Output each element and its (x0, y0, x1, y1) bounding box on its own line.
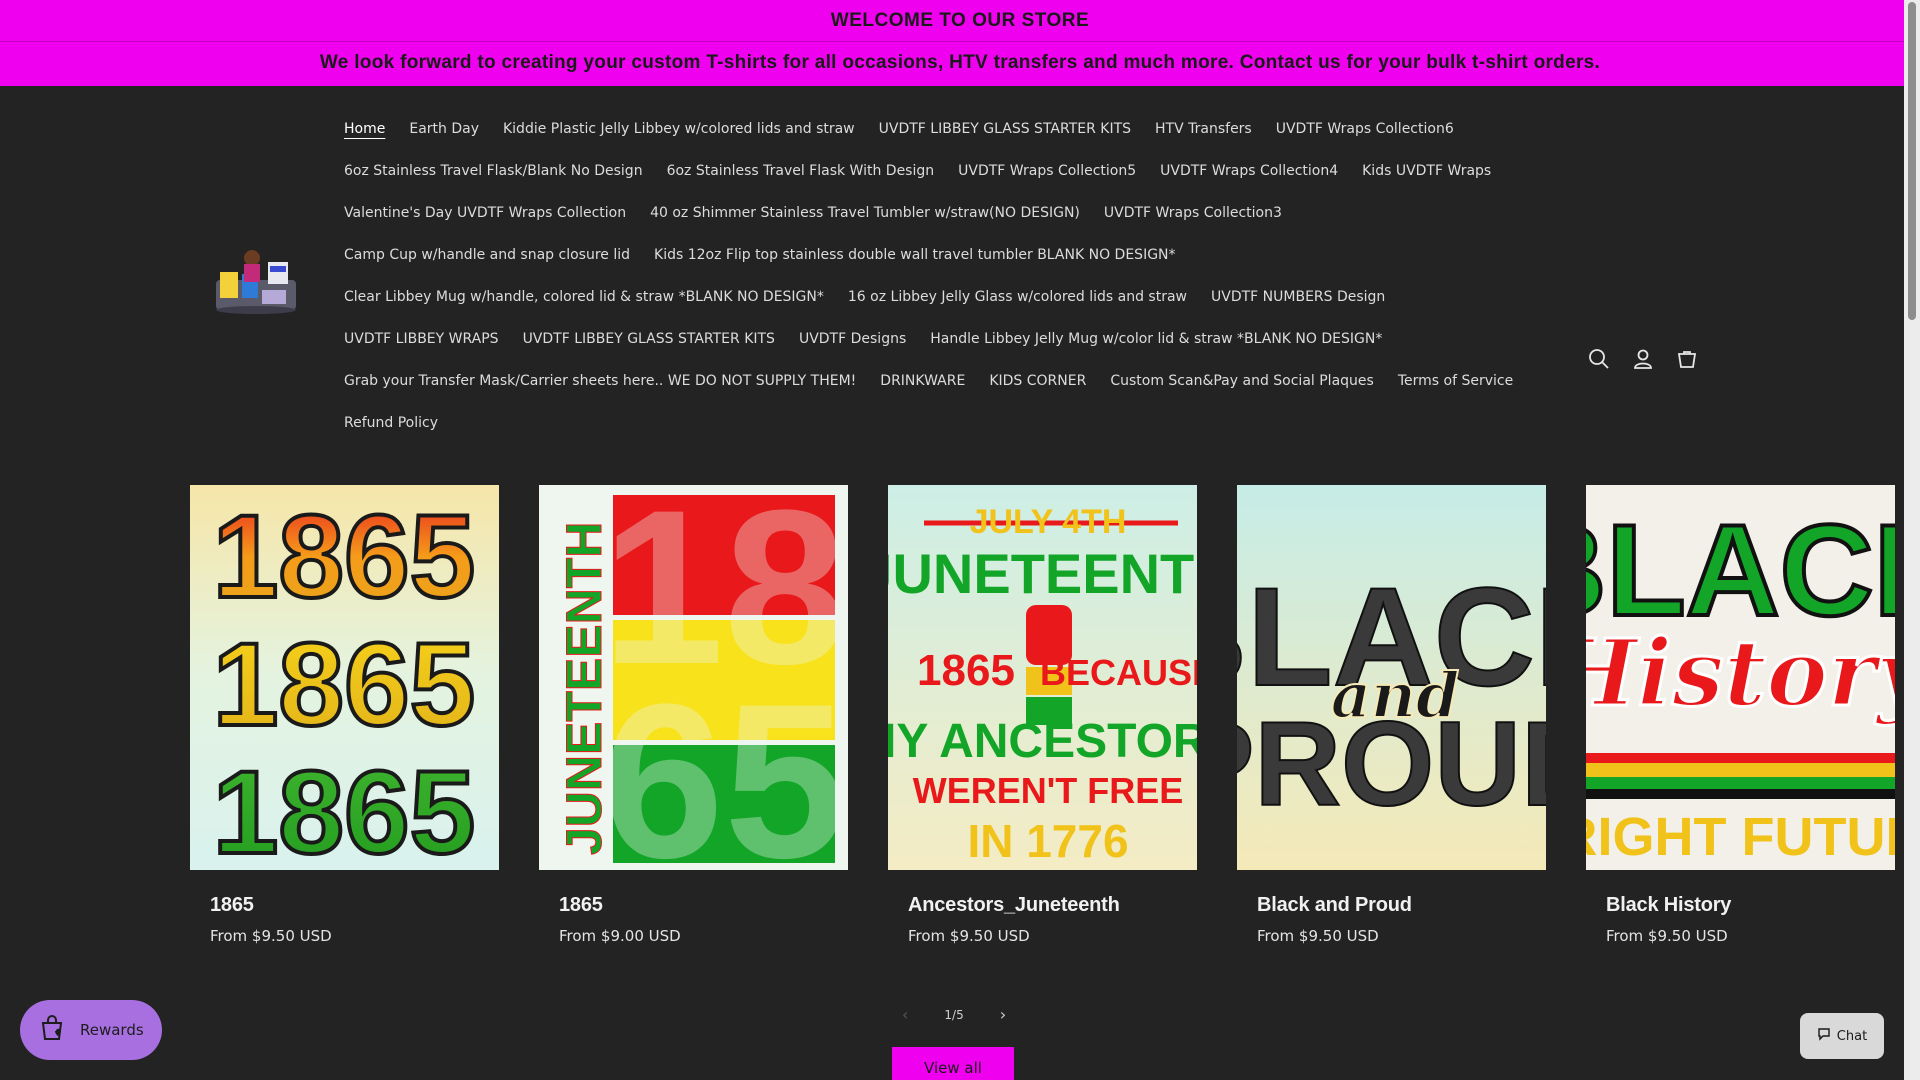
art-1865-top: 1865 (213, 491, 476, 623)
nav-item-drinkware[interactable]: DRINKWARE (868, 360, 977, 402)
store-logo[interactable] (210, 244, 302, 316)
product-title[interactable]: Black and Proud (1237, 894, 1546, 917)
cart-icon[interactable] (1676, 348, 1698, 370)
product-price: From $9.00 USD (559, 927, 681, 945)
main-navigation: Home Earth Day Kiddie Plastic Jelly Libbey… (332, 108, 1532, 444)
chat-button[interactable]: Chat (1800, 1013, 1884, 1059)
art-werent-free: WEREN'T FREE (913, 770, 1184, 811)
nav-item-htv-transfers[interactable]: HTV Transfers (1143, 108, 1264, 150)
nav-item-kids-uvdtf-wraps[interactable]: Kids UVDTF Wraps (1350, 150, 1503, 192)
nav-item-uvdtf-wraps-collection3[interactable]: UVDTF Wraps Collection3 (1092, 192, 1294, 234)
nav-item-uvdtf-wraps-collection6[interactable]: UVDTF Wraps Collection6 (1264, 108, 1466, 150)
chevron-left-icon[interactable]: ‹ (902, 1005, 908, 1024)
product-card[interactable]: BLACK History BRIGHT FUTURE Black Histor… (1586, 485, 1895, 945)
nav-item-home[interactable]: Home (332, 108, 397, 150)
art-65: 65 (602, 658, 847, 870)
product-card[interactable]: JULY 4TH JUNETEENTH 1865 BECAUSE MY ANCE… (888, 485, 1197, 945)
product-card[interactable]: BLACK and PROUD Black and Proud From $9.… (1237, 485, 1546, 945)
view-all-button[interactable]: View all (892, 1047, 1014, 1080)
account-icon[interactable] (1632, 348, 1654, 370)
product-title[interactable]: Black History (1586, 894, 1895, 917)
product-price: From $9.50 USD (210, 927, 332, 945)
product-image[interactable]: 1865 1865 1865 (190, 485, 499, 870)
nav-item-kids-12oz-flip-top-stainless-double-wall-travel-tumbler-blank-no-design[interactable]: Kids 12oz Flip top stainless double wall… (642, 234, 1188, 276)
nav-item-grab-your-transfer-mask-carrier-sheets-here-we-do-not-supply-them[interactable]: Grab your Transfer Mask/Carrier sheets h… (332, 360, 868, 402)
chat-bubble-icon (1817, 1027, 1831, 1045)
nav-item-16-oz-libbey-jelly-glass-w-colored-lids-and-straw[interactable]: 16 oz Libbey Jelly Glass w/colored lids … (836, 276, 1199, 318)
nav-item-uvdtf-libbey-glass-starter-kits[interactable]: UVDTF LIBBEY GLASS STARTER KITS (867, 108, 1143, 150)
site-header: Home Earth Day Kiddie Plastic Jelly Libbey… (0, 86, 1920, 456)
nav-item-kiddie-plastic-jelly-libbey-w-colored-lids-and-straw[interactable]: Kiddie Plastic Jelly Libbey w/colored li… (491, 108, 867, 150)
announcement-welcome-text: WELCOME TO OUR STORE (830, 10, 1090, 31)
page-scrollbar[interactable] (1904, 0, 1920, 1080)
nav-item-clear-libbey-mug-w-handle-colored-lid-straw-blank-no-design[interactable]: Clear Libbey Mug w/handle, colored lid &… (332, 276, 836, 318)
product-price: From $9.50 USD (1257, 927, 1379, 945)
art-proud: PROUD (1237, 697, 1546, 831)
search-icon[interactable] (1588, 348, 1610, 370)
product-title[interactable]: 1865 (190, 894, 499, 917)
product-carousel: 1865 1865 1865 1865 From $9.50 USD JUNET… (190, 485, 1900, 955)
announcement-bar-welcome: WELCOME TO OUR STORE (0, 0, 1920, 42)
product-title[interactable]: 1865 (539, 894, 848, 917)
header-icon-group (1588, 348, 1698, 370)
nav-item-uvdtf-wraps-collection4[interactable]: UVDTF Wraps Collection4 (1148, 150, 1350, 192)
art-july-4th: JULY 4TH (970, 503, 1127, 541)
nav-item-terms-of-service[interactable]: Terms of Service (1386, 360, 1525, 402)
art-history: History (1586, 619, 1895, 727)
product-price: From $9.50 USD (908, 927, 1030, 945)
nav-item-refund-policy[interactable]: Refund Policy (332, 402, 450, 444)
nav-item-6oz-stainless-travel-flask-blank-no-design[interactable]: 6oz Stainless Travel Flask/Blank No Desi… (332, 150, 655, 192)
nav-item-camp-cup-w-handle-and-snap-closure-lid[interactable]: Camp Cup w/handle and snap closure lid (332, 234, 642, 276)
product-card[interactable]: 1865 1865 1865 1865 From $9.50 USD (190, 485, 499, 945)
nav-item-earth-day[interactable]: Earth Day (397, 108, 491, 150)
product-price: From $9.50 USD (1606, 927, 1728, 945)
carousel-pagination: ‹ 1/5 › (902, 1005, 1006, 1024)
nav-item-valentine-s-day-uvdtf-wraps-collection[interactable]: Valentine's Day UVDTF Wraps Collection (332, 192, 638, 234)
art-because: BECAUSE (1040, 652, 1197, 693)
art-bright-future: BRIGHT FUTURE (1586, 807, 1895, 867)
art-1865: 1865 (917, 646, 1015, 695)
nav-item-uvdtf-numbers-design[interactable]: UVDTF NUMBERS Design (1199, 276, 1397, 318)
product-card[interactable]: JUNETEENTH 18 65 1865 From $9.00 USD (539, 485, 848, 945)
art-my-ancestors: MY ANCESTORS (888, 715, 1197, 768)
art-1865-bot: 1865 (213, 747, 476, 870)
rewards-label: Rewards (80, 1021, 144, 1039)
rewards-button[interactable]: Rewards (20, 1000, 162, 1060)
nav-item-handle-libbey-jelly-mug-w-color-lid-straw-blank-no-design[interactable]: Handle Libbey Jelly Mug w/color lid & st… (918, 318, 1394, 360)
product-image[interactable]: JULY 4TH JUNETEENTH 1865 BECAUSE MY ANCE… (888, 485, 1197, 870)
announcement-bar-info: We look forward to creating your custom … (0, 42, 1920, 86)
product-image[interactable]: BLACK and PROUD (1237, 485, 1546, 870)
chat-label: Chat (1836, 1028, 1868, 1044)
nav-item-uvdtf-libbey-wraps[interactable]: UVDTF LIBBEY WRAPS (332, 318, 511, 360)
scrollbar-thumb[interactable] (1908, 2, 1916, 320)
product-image[interactable]: BLACK History BRIGHT FUTURE (1586, 485, 1895, 870)
nav-item-kids-corner[interactable]: KIDS CORNER (977, 360, 1098, 402)
nav-item-uvdtf-designs[interactable]: UVDTF Designs (787, 318, 918, 360)
nav-item-6oz-stainless-travel-flask-with-design[interactable]: 6oz Stainless Travel Flask With Design (655, 150, 947, 192)
art-in-1776: IN 1776 (967, 815, 1128, 867)
nav-item-40-oz-shimmer-stainless-travel-tumbler-w-straw-no-design[interactable]: 40 oz Shimmer Stainless Travel Tumbler w… (638, 192, 1092, 234)
product-title[interactable]: Ancestors_Juneteenth (888, 894, 1197, 917)
art-1865-mid: 1865 (213, 619, 476, 751)
nav-item-uvdtf-wraps-collection5[interactable]: UVDTF Wraps Collection5 (946, 150, 1148, 192)
shopping-bag-heart-icon (38, 1014, 66, 1046)
product-image[interactable]: JUNETEENTH 18 65 (539, 485, 848, 870)
announcement-info-text: We look forward to creating your custom … (319, 52, 1601, 73)
nav-item-uvdtf-libbey-glass-starter-kits[interactable]: UVDTF LIBBEY GLASS STARTER KITS (511, 318, 787, 360)
nav-item-custom-scan-pay-and-social-plaques[interactable]: Custom Scan&Pay and Social Plaques (1098, 360, 1386, 402)
chevron-right-icon[interactable]: › (1000, 1005, 1006, 1024)
art-juneteenth: JUNETEENTH (888, 542, 1197, 605)
pagination-counter: 1/5 (944, 1007, 964, 1022)
